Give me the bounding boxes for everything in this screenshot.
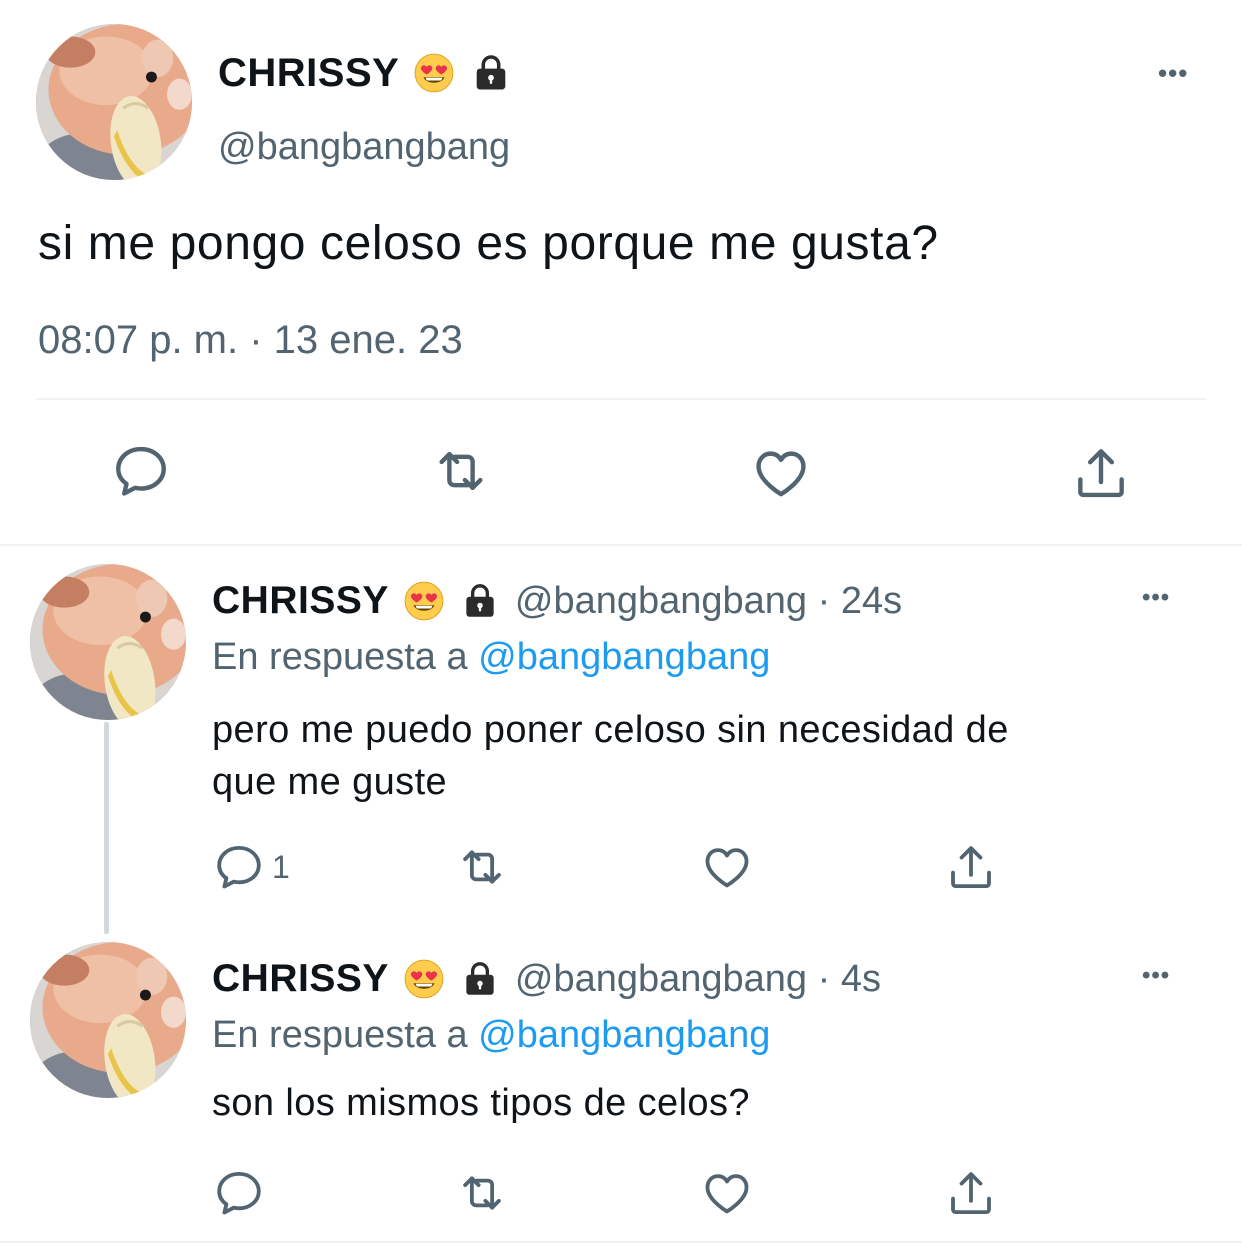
main-share-button[interactable] — [1070, 442, 1132, 504]
main-handle[interactable]: @bangbangbang — [218, 126, 510, 169]
reply1-retweet-button[interactable] — [452, 840, 512, 894]
reply1-handle-time[interactable]: @bangbangbang · 24s — [515, 580, 902, 623]
lock-icon — [469, 51, 513, 95]
section-divider — [0, 544, 1242, 546]
main-display-name[interactable]: CHRISSY — [218, 51, 399, 96]
main-author-row: CHRISSY — [218, 48, 513, 98]
retweet-icon — [452, 1166, 512, 1220]
retweet-icon — [452, 840, 512, 894]
lock-icon — [459, 580, 501, 622]
like-icon — [700, 840, 754, 894]
reply1-author-row: CHRISSY @bangbangbang · 24s — [212, 576, 902, 626]
main-like-button[interactable] — [750, 442, 812, 504]
main-reply-button[interactable] — [110, 440, 172, 502]
like-icon — [700, 1166, 754, 1220]
main-tweet-text: si me pongo celoso es porque me gusta? — [38, 217, 939, 270]
reply2-retweet-button[interactable] — [452, 1166, 512, 1220]
lock-icon — [459, 958, 501, 1000]
reply2-avatar[interactable] — [30, 942, 186, 1098]
reply1-share-button[interactable] — [944, 840, 998, 894]
share-icon — [944, 1166, 998, 1220]
reply2-reply-button[interactable] — [212, 1166, 266, 1220]
reply1-more-icon[interactable]: ••• — [1142, 586, 1170, 610]
reply2-handle-time[interactable]: @bangbangbang · 4s — [515, 958, 881, 1001]
reply2-text: son los mismos tipos de celos? — [212, 1082, 750, 1124]
reply1-like-button[interactable] — [700, 840, 754, 894]
hamster-avatar-image — [30, 564, 186, 720]
reply1-reply-prefix: En respuesta a — [212, 636, 468, 678]
reply2-more-icon[interactable]: ••• — [1142, 964, 1170, 988]
reply-icon — [110, 440, 172, 502]
reply2-share-button[interactable] — [944, 1166, 998, 1220]
heart-eyes-emoji-icon — [413, 52, 455, 94]
reply1-reply-to-link[interactable]: @bangbangbang — [478, 636, 770, 678]
reply2-display-name[interactable]: CHRISSY — [212, 957, 389, 1001]
reply-icon — [212, 1166, 266, 1220]
heart-eyes-emoji-icon — [403, 580, 445, 622]
reply1-reply-count: 1 — [272, 848, 290, 885]
main-more-icon[interactable]: ••• — [1158, 60, 1188, 86]
retweet-icon — [426, 440, 496, 502]
reply2-author-row: CHRISSY @bangbangbang · 4s — [212, 954, 881, 1004]
bottom-divider — [0, 1241, 1242, 1243]
reply2-reply-context: En respuesta a @bangbangbang — [212, 1014, 770, 1057]
reply1-reply-button[interactable]: 1 — [212, 838, 290, 896]
reply1-text-line2: que me guste — [212, 761, 448, 803]
reply2-like-button[interactable] — [700, 1166, 754, 1220]
reply2-reply-to-link[interactable]: @bangbangbang — [478, 1014, 770, 1056]
divider — [36, 398, 1206, 400]
reply2-reply-prefix: En respuesta a — [212, 1014, 468, 1056]
reply1-reply-context: En respuesta a @bangbangbang — [212, 636, 770, 679]
reply1-display-name[interactable]: CHRISSY — [212, 579, 389, 623]
main-avatar[interactable] — [36, 24, 192, 180]
reply1-text-line1: pero me puedo poner celoso sin necesidad… — [212, 709, 1009, 751]
reply-icon — [212, 840, 266, 894]
like-icon — [750, 442, 812, 504]
reply1-avatar[interactable] — [30, 564, 186, 720]
share-icon — [944, 840, 998, 894]
thread-line — [104, 722, 109, 934]
hamster-avatar-image — [36, 24, 192, 180]
main-retweet-button[interactable] — [426, 440, 496, 502]
main-timestamp[interactable]: 08:07 p. m. · 13 ene. 23 — [38, 318, 463, 363]
heart-eyes-emoji-icon — [403, 958, 445, 1000]
share-icon — [1070, 442, 1132, 504]
reply1-text: pero me puedo poner celoso sin necesidad… — [212, 704, 1009, 808]
hamster-avatar-image — [30, 942, 186, 1098]
